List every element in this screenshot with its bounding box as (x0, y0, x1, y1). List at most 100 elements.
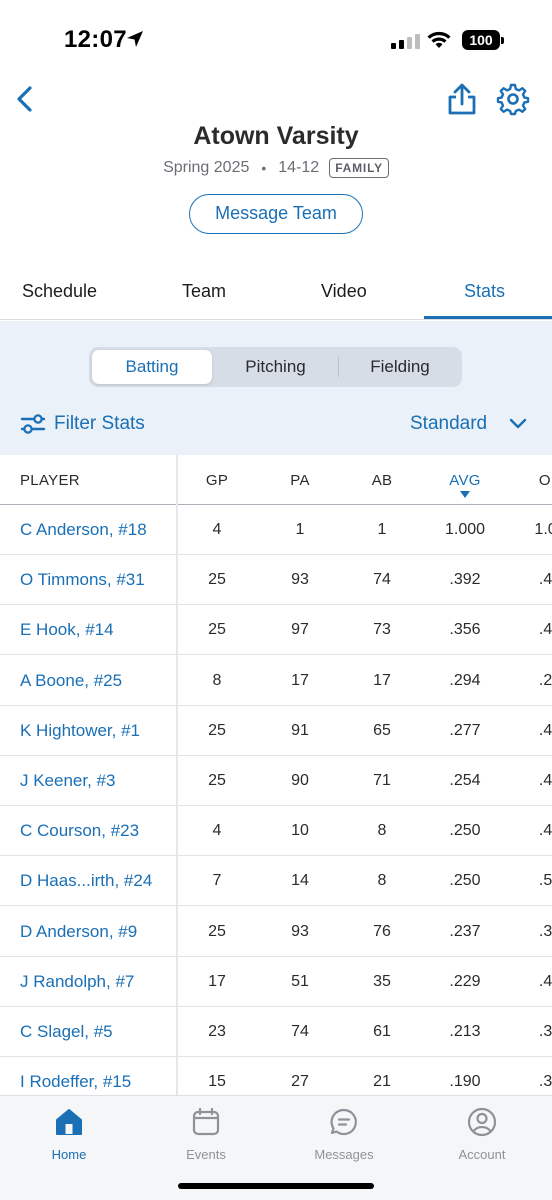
player-name-link[interactable]: O Timmons, #31 (20, 570, 145, 590)
filter-stats-button[interactable]: Filter Stats (20, 413, 145, 435)
table-row[interactable]: C Courson, #23 4 10 8 .250 .40 (0, 806, 552, 857)
nav-home-label: Home (51, 1147, 87, 1162)
stat-cell-ab: 8 (377, 822, 387, 840)
calendar-icon (192, 1107, 220, 1136)
player-name-link[interactable]: D Haas...irth, #24 (20, 871, 152, 891)
stat-cell-obp: .33 (538, 1023, 552, 1040)
player-name-link[interactable]: K Hightower, #1 (20, 721, 140, 741)
active-tab-indicator (424, 316, 552, 319)
table-row[interactable]: E Hook, #14 25 97 73 .356 .49 (0, 605, 552, 656)
table-row[interactable]: K Hightower, #1 25 91 65 .277 .47 (0, 706, 552, 756)
stat-cell-obp: .57 (538, 872, 552, 890)
column-header-avg[interactable]: AVG (435, 472, 495, 489)
home-indicator (178, 1183, 374, 1189)
segment-divider (338, 357, 339, 377)
table-row[interactable]: O Timmons, #31 25 93 74 .392 .48 (0, 555, 552, 606)
stat-cell-avg: 1.000 (444, 521, 486, 538)
nav-events[interactable]: Events (156, 1106, 256, 1162)
stat-cell-obp: .49 (538, 621, 552, 639)
stat-cell-pa: 74 (291, 1023, 309, 1040)
tab-team[interactable]: Team (182, 281, 226, 302)
stat-cell-obp: .41 (538, 772, 552, 789)
table-header: PLAYER GP PA AB AVG OB (0, 455, 552, 505)
table-row[interactable]: J Keener, #3 25 90 71 .254 .41 (0, 756, 552, 806)
filter-stats-label: Filter Stats (54, 413, 145, 434)
table-row[interactable]: C Anderson, #18 4 1 1 1.000 1.00 (0, 505, 552, 555)
stat-cell-avg: .392 (449, 571, 481, 589)
stat-cell-obp: .47 (538, 721, 552, 739)
stat-cell-pa: 93 (291, 922, 309, 940)
column-header-obp[interactable]: OB (520, 472, 552, 489)
gear-icon[interactable] (496, 82, 530, 116)
message-team-button[interactable]: Message Team (189, 194, 363, 234)
player-name-link[interactable]: C Slagel, #5 (20, 1022, 113, 1042)
stat-cell-gp: 15 (208, 1073, 226, 1091)
column-header-pa[interactable]: PA (270, 472, 330, 489)
stat-cell-pa: 27 (291, 1073, 309, 1091)
stat-cell-obp: .37 (538, 922, 552, 940)
player-name-link[interactable]: E Hook, #14 (20, 620, 114, 640)
segment-batting[interactable]: Batting (92, 350, 212, 384)
player-name-link[interactable]: J Randolph, #7 (20, 972, 134, 992)
stat-cell-avg: .277 (449, 721, 481, 739)
tab-schedule[interactable]: Schedule (22, 281, 97, 302)
stat-cell-pa: 10 (291, 822, 309, 840)
stat-cell-ab: 76 (373, 922, 391, 940)
batting-stats-table[interactable]: PLAYER GP PA AB AVG OB C Anderson, #18 4 1… (0, 455, 552, 1095)
status-time: 12:07 (64, 26, 127, 53)
stat-cell-gp: 25 (208, 772, 226, 789)
table-row[interactable]: A Boone, #25 8 17 17 .294 .29 (0, 656, 552, 706)
player-name-link[interactable]: I Rodeffer, #15 (20, 1072, 131, 1092)
separator-dot: • (261, 160, 267, 176)
nav-account-label: Account (458, 1147, 506, 1162)
stat-cell-gp: 25 (208, 721, 226, 739)
stat-cell-pa: 17 (291, 671, 309, 689)
stat-cell-obp: .48 (538, 571, 552, 589)
stat-cell-ab: 35 (373, 972, 391, 990)
chat-bubble-icon (330, 1108, 357, 1136)
column-header-player[interactable]: PLAYER (20, 472, 80, 489)
stat-cell-gp: 25 (208, 922, 226, 940)
nav-home[interactable]: Home (19, 1106, 119, 1162)
cellular-signal-icon (391, 34, 420, 49)
stat-cell-ab: 1 (377, 521, 387, 538)
nav-account[interactable]: Account (432, 1106, 532, 1162)
stat-cell-ab: 61 (373, 1023, 391, 1040)
nav-messages[interactable]: Messages (294, 1106, 394, 1162)
stat-cell-gp: 25 (208, 571, 226, 589)
nav-events-label: Events (186, 1147, 226, 1162)
column-header-gp[interactable]: GP (187, 472, 247, 489)
table-row[interactable]: I Rodeffer, #15 15 27 21 .190 .37 (0, 1057, 552, 1095)
table-row[interactable]: J Randolph, #7 17 51 35 .229 .46 (0, 957, 552, 1007)
back-chevron-icon[interactable] (10, 82, 40, 116)
location-arrow-icon (127, 31, 143, 47)
stat-cell-gp: 25 (208, 621, 226, 639)
stat-cell-avg: .250 (449, 872, 481, 890)
stat-cell-ab: 65 (373, 721, 391, 739)
table-row[interactable]: C Slagel, #5 23 74 61 .213 .33 (0, 1007, 552, 1057)
table-row[interactable]: D Anderson, #9 25 93 76 .237 .37 (0, 907, 552, 957)
chevron-down-icon (509, 418, 527, 429)
table-row[interactable]: D Haas...irth, #24 7 14 8 .250 .57 (0, 856, 552, 907)
column-header-ab[interactable]: AB (352, 472, 412, 489)
stat-cell-gp: 8 (212, 671, 222, 689)
stat-cell-ab: 71 (373, 772, 391, 789)
stat-view-dropdown[interactable]: Standard (410, 413, 527, 435)
tab-stats[interactable]: Stats (464, 281, 505, 302)
stat-cell-obp: 1.00 (534, 521, 552, 538)
stat-cell-obp: .29 (538, 671, 552, 689)
segment-pitching[interactable]: Pitching (215, 350, 336, 384)
team-record: 14-12 (278, 159, 320, 176)
stats-controls: Batting Pitching Fielding Filter Stats S… (0, 321, 552, 455)
player-name-link[interactable]: D Anderson, #9 (20, 922, 137, 942)
player-name-link[interactable]: C Courson, #23 (20, 821, 139, 841)
stat-cell-avg: .213 (449, 1023, 481, 1040)
tab-video[interactable]: Video (321, 281, 367, 302)
player-name-link[interactable]: A Boone, #25 (20, 671, 122, 691)
segment-fielding[interactable]: Fielding (340, 350, 460, 384)
player-name-link[interactable]: J Keener, #3 (20, 771, 115, 791)
stat-cell-gp: 17 (208, 972, 226, 990)
share-icon[interactable] (444, 80, 480, 118)
player-name-link[interactable]: C Anderson, #18 (20, 520, 147, 540)
status-bar: 12:07 100 (0, 0, 552, 80)
